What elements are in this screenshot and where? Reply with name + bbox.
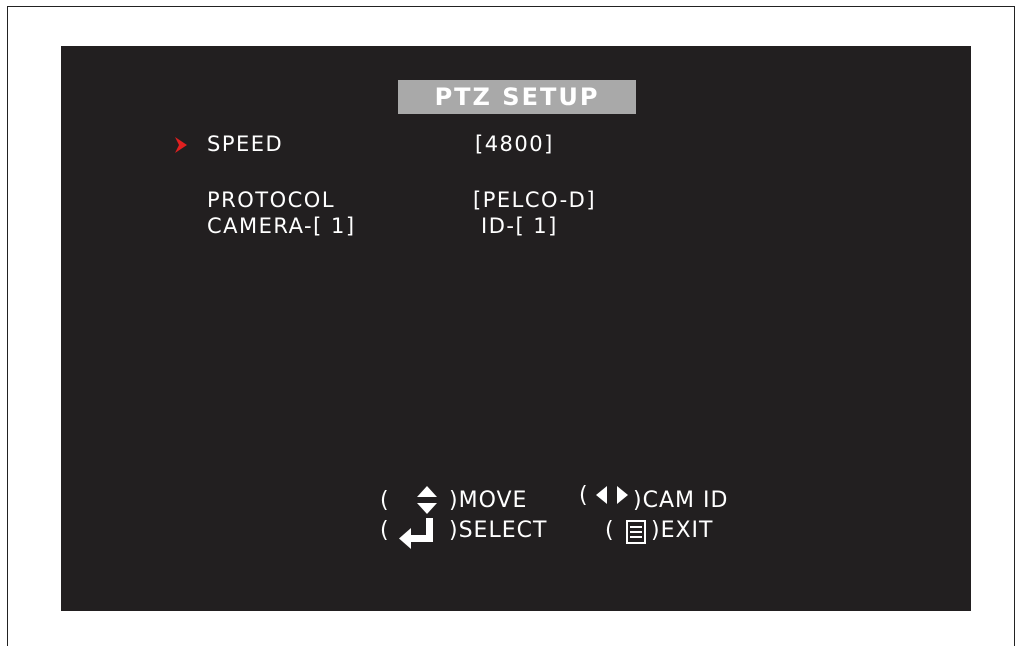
camera-label[interactable]: CAMERA-[ 1] [207,214,356,238]
chevron-right-icon [175,137,187,153]
page-title: PTZ SETUP [398,80,636,114]
speed-value[interactable]: [4800] [475,132,554,156]
protocol-label[interactable]: PROTOCOL [207,188,335,212]
up-down-arrows-icon [417,486,437,514]
move-hint-label: )MOVE [449,488,528,513]
select-open-paren: ( [380,518,390,543]
move-open-paren: ( [380,488,390,513]
speed-label[interactable]: SPEED [207,132,283,156]
menu-icon [626,520,646,544]
left-right-arrows-icon [596,486,628,504]
osd-screen: PTZ SETUP SPEED [4800] PROTOCOL [PELCO-D… [61,46,971,611]
camid-hint-label: )CAM ID [633,488,729,513]
id-label[interactable]: ID-[ 1] [481,214,558,238]
exit-open-paren: ( [605,518,615,543]
protocol-value[interactable]: [PELCO-D] [473,188,596,212]
select-hint-label: )SELECT [449,518,548,543]
camid-open-paren: ( [579,483,589,508]
enter-icon [399,518,433,549]
exit-hint-label: )EXIT [651,518,714,543]
